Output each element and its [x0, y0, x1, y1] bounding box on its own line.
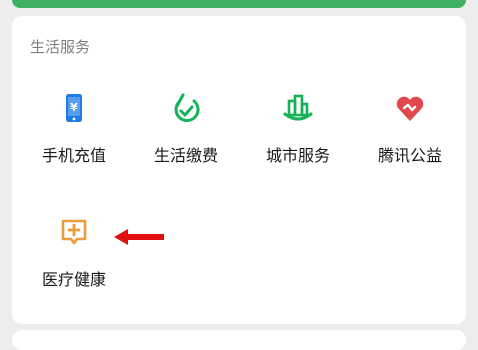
service-label: 医疗健康: [41, 270, 106, 289]
mobile-recharge-icon: ¥: [66, 94, 82, 122]
life-services-card: 生活服务 ¥ 手机充值 生活缴费 城市服务 腾讯公益 医疗健康: [12, 16, 466, 324]
section-title: 生活服务: [30, 38, 91, 56]
service-utility-payment[interactable]: 生活缴费: [130, 92, 240, 202]
service-tencent-charity[interactable]: 腾讯公益: [354, 92, 464, 202]
service-label: 腾讯公益: [377, 146, 442, 165]
service-label: 手机充值: [41, 146, 106, 165]
service-label: 城市服务: [265, 146, 330, 165]
svg-text:¥: ¥: [70, 101, 78, 114]
next-section-card: [12, 330, 466, 350]
medical-health-icon: [61, 219, 87, 245]
top-banner[interactable]: [12, 0, 466, 8]
service-mobile-recharge[interactable]: ¥ 手机充值: [18, 92, 128, 202]
tencent-charity-icon: [396, 96, 424, 121]
service-label: 生活缴费: [153, 146, 218, 165]
service-city-services[interactable]: 城市服务: [242, 92, 352, 202]
utility-payment-icon: [174, 93, 200, 122]
red-arrow-annotation: [114, 229, 164, 245]
city-services-icon: [283, 94, 313, 121]
